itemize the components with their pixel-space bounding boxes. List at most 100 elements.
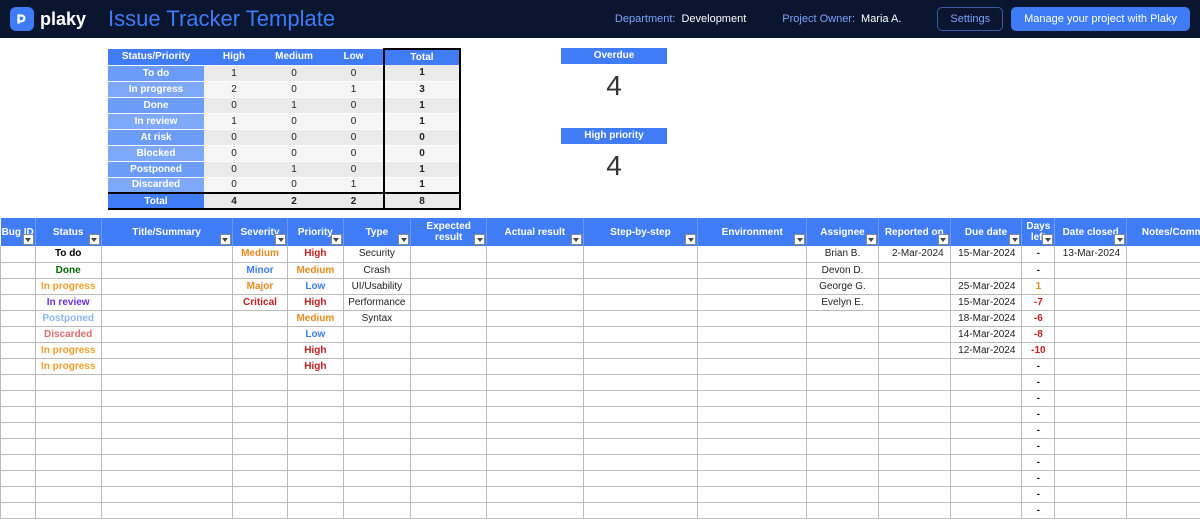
grid-cell-actual[interactable] bbox=[487, 294, 583, 310]
grid-cell-days_left[interactable]: -10 bbox=[1022, 342, 1055, 358]
grid-cell-due[interactable] bbox=[950, 262, 1022, 278]
grid-header-type[interactable]: Type bbox=[343, 218, 411, 246]
grid-cell-type[interactable]: Crash bbox=[343, 262, 411, 278]
table-row[interactable]: In progressHigh12-Mar-2024-10 bbox=[1, 342, 1200, 358]
grid-cell-type[interactable] bbox=[343, 374, 411, 390]
grid-cell-title[interactable] bbox=[101, 422, 232, 438]
grid-cell-assignee[interactable] bbox=[807, 358, 879, 374]
grid-cell-notes[interactable] bbox=[1127, 262, 1200, 278]
grid-cell-assignee[interactable] bbox=[807, 470, 879, 486]
table-row[interactable]: - bbox=[1, 422, 1200, 438]
table-row[interactable]: DoneMinorMediumCrashDevon D.- bbox=[1, 262, 1200, 278]
grid-cell-steps[interactable] bbox=[583, 486, 698, 502]
grid-cell-bug_id[interactable] bbox=[1, 486, 36, 502]
grid-cell-env[interactable] bbox=[698, 294, 807, 310]
grid-cell-notes[interactable] bbox=[1127, 310, 1200, 326]
grid-cell-reported[interactable] bbox=[878, 454, 950, 470]
grid-cell-bug_id[interactable] bbox=[1, 470, 36, 486]
grid-cell-assignee[interactable]: Brian B. bbox=[807, 246, 879, 262]
grid-cell-actual[interactable] bbox=[487, 406, 583, 422]
grid-cell-closed[interactable] bbox=[1055, 294, 1127, 310]
grid-cell-notes[interactable] bbox=[1127, 470, 1200, 486]
grid-cell-severity[interactable]: Medium bbox=[232, 246, 287, 262]
grid-cell-assignee[interactable] bbox=[807, 326, 879, 342]
grid-cell-severity[interactable]: Critical bbox=[232, 294, 287, 310]
grid-cell-notes[interactable] bbox=[1127, 406, 1200, 422]
grid-cell-expected[interactable] bbox=[411, 294, 487, 310]
grid-header-notes[interactable]: Notes/Comments bbox=[1127, 218, 1200, 246]
grid-cell-notes[interactable] bbox=[1127, 422, 1200, 438]
grid-header-actual[interactable]: Actual result bbox=[487, 218, 583, 246]
grid-cell-due[interactable]: 18-Mar-2024 bbox=[950, 310, 1022, 326]
grid-cell-expected[interactable] bbox=[411, 406, 487, 422]
grid-cell-notes[interactable] bbox=[1127, 390, 1200, 406]
grid-cell-assignee[interactable] bbox=[807, 502, 879, 518]
grid-cell-reported[interactable] bbox=[878, 486, 950, 502]
grid-cell-severity[interactable] bbox=[232, 422, 287, 438]
grid-cell-days_left[interactable]: -8 bbox=[1022, 326, 1055, 342]
grid-cell-steps[interactable] bbox=[583, 278, 698, 294]
filter-icon[interactable] bbox=[275, 234, 286, 245]
grid-cell-bug_id[interactable] bbox=[1, 342, 36, 358]
grid-cell-assignee[interactable]: George G. bbox=[807, 278, 879, 294]
grid-cell-reported[interactable] bbox=[878, 406, 950, 422]
grid-cell-due[interactable] bbox=[950, 358, 1022, 374]
grid-cell-expected[interactable] bbox=[411, 470, 487, 486]
table-row[interactable]: - bbox=[1, 486, 1200, 502]
grid-cell-bug_id[interactable] bbox=[1, 294, 36, 310]
table-row[interactable]: PostponedMediumSyntax18-Mar-2024-6 bbox=[1, 310, 1200, 326]
grid-cell-due[interactable] bbox=[950, 438, 1022, 454]
grid-cell-closed[interactable] bbox=[1055, 502, 1127, 518]
grid-cell-actual[interactable] bbox=[487, 422, 583, 438]
grid-cell-notes[interactable] bbox=[1127, 438, 1200, 454]
grid-cell-notes[interactable] bbox=[1127, 326, 1200, 342]
grid-cell-expected[interactable] bbox=[411, 278, 487, 294]
table-row[interactable]: - bbox=[1, 406, 1200, 422]
grid-cell-type[interactable] bbox=[343, 486, 411, 502]
grid-cell-notes[interactable] bbox=[1127, 294, 1200, 310]
grid-cell-closed[interactable] bbox=[1055, 486, 1127, 502]
grid-cell-bug_id[interactable] bbox=[1, 358, 36, 374]
grid-cell-status[interactable] bbox=[35, 374, 101, 390]
grid-cell-assignee[interactable] bbox=[807, 342, 879, 358]
grid-cell-env[interactable] bbox=[698, 454, 807, 470]
grid-cell-severity[interactable] bbox=[232, 374, 287, 390]
grid-cell-severity[interactable] bbox=[232, 470, 287, 486]
grid-cell-actual[interactable] bbox=[487, 358, 583, 374]
grid-cell-priority[interactable] bbox=[288, 502, 343, 518]
grid-cell-title[interactable] bbox=[101, 502, 232, 518]
grid-cell-days_left[interactable]: -7 bbox=[1022, 294, 1055, 310]
grid-cell-status[interactable] bbox=[35, 390, 101, 406]
grid-cell-priority[interactable]: High bbox=[288, 294, 343, 310]
grid-cell-priority[interactable] bbox=[288, 390, 343, 406]
grid-cell-title[interactable] bbox=[101, 406, 232, 422]
grid-cell-severity[interactable] bbox=[232, 486, 287, 502]
grid-cell-expected[interactable] bbox=[411, 246, 487, 262]
grid-cell-reported[interactable] bbox=[878, 262, 950, 278]
grid-cell-severity[interactable] bbox=[232, 358, 287, 374]
grid-cell-closed[interactable] bbox=[1055, 358, 1127, 374]
grid-cell-severity[interactable] bbox=[232, 406, 287, 422]
grid-cell-severity[interactable] bbox=[232, 390, 287, 406]
manage-project-button[interactable]: Manage your project with Plaky bbox=[1011, 7, 1190, 31]
grid-cell-expected[interactable] bbox=[411, 422, 487, 438]
grid-cell-actual[interactable] bbox=[487, 278, 583, 294]
grid-cell-steps[interactable] bbox=[583, 438, 698, 454]
grid-cell-due[interactable] bbox=[950, 486, 1022, 502]
grid-cell-steps[interactable] bbox=[583, 374, 698, 390]
grid-cell-type[interactable] bbox=[343, 326, 411, 342]
grid-cell-priority[interactable]: High bbox=[288, 342, 343, 358]
grid-cell-due[interactable] bbox=[950, 406, 1022, 422]
grid-cell-assignee[interactable] bbox=[807, 486, 879, 502]
grid-cell-notes[interactable] bbox=[1127, 246, 1200, 262]
grid-cell-notes[interactable] bbox=[1127, 278, 1200, 294]
grid-header-reported[interactable]: Reported on bbox=[878, 218, 950, 246]
table-row[interactable]: To doMediumHighSecurityBrian B.2-Mar-202… bbox=[1, 246, 1200, 262]
table-row[interactable]: DiscardedLow14-Mar-2024-8 bbox=[1, 326, 1200, 342]
grid-cell-bug_id[interactable] bbox=[1, 422, 36, 438]
grid-cell-priority[interactable] bbox=[288, 486, 343, 502]
grid-cell-expected[interactable] bbox=[411, 438, 487, 454]
grid-cell-steps[interactable] bbox=[583, 294, 698, 310]
table-row[interactable]: In progressMajorLowUI/UsabilityGeorge G.… bbox=[1, 278, 1200, 294]
filter-icon[interactable] bbox=[474, 234, 485, 245]
